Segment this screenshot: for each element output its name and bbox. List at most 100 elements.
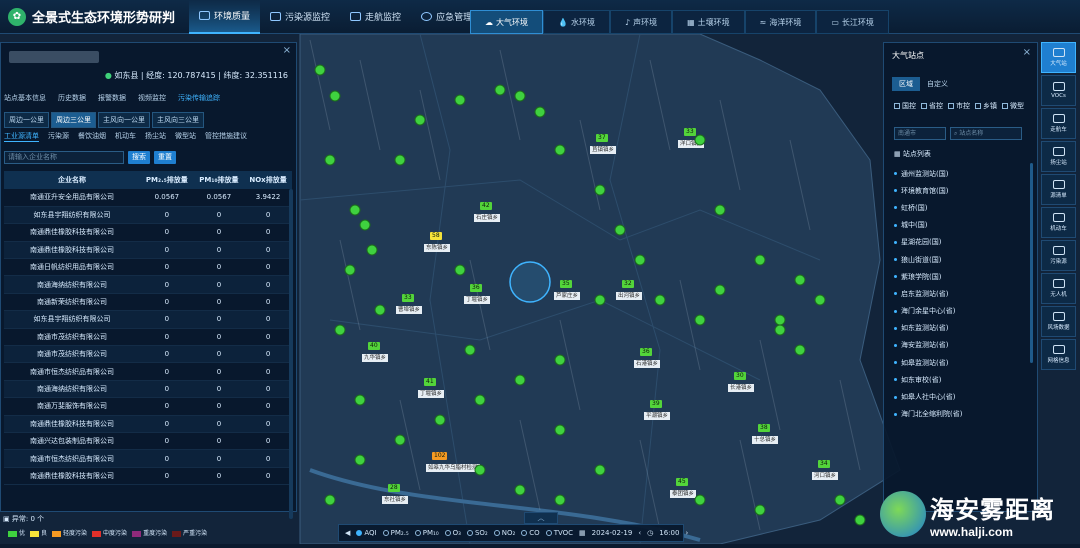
table-row[interactable]: 南通万斐服饰有限公司 0 0 0 bbox=[4, 397, 292, 416]
company-search-input[interactable]: 请输入企业名称 bbox=[4, 151, 124, 164]
search-button[interactable]: 搜索 bbox=[128, 151, 150, 164]
station-list-item[interactable]: 环境教育馆(国) bbox=[894, 182, 1034, 199]
source-tab[interactable]: 扬尘站 bbox=[145, 131, 166, 142]
checkbox-township[interactable]: 乡镇 bbox=[975, 101, 997, 111]
nav-tab-pollution-source[interactable]: 污染源监控 bbox=[260, 0, 340, 34]
sidebar-button[interactable]: VOCs bbox=[1041, 75, 1076, 106]
table-row[interactable]: 南通市恒杰纺织品有限公司 0 0 0 bbox=[4, 449, 292, 468]
station-list-item[interactable]: 海门北全缩利院(省) bbox=[894, 406, 1034, 423]
pollutant-radio[interactable]: CO bbox=[521, 529, 540, 537]
env-tab-soil[interactable]: ▦ 土壤环境 bbox=[672, 10, 745, 34]
source-tab[interactable]: 机动车 bbox=[115, 131, 136, 142]
col-header[interactable]: PM₁₀排放量 bbox=[193, 171, 245, 189]
checkbox-national[interactable]: 国控 bbox=[894, 101, 916, 111]
station-list-item[interactable]: 虹桥(国) bbox=[894, 199, 1034, 216]
pollutant-radio[interactable]: O₃ bbox=[444, 529, 461, 537]
env-tab-ocean[interactable]: ≈ 海洋环境 bbox=[744, 10, 817, 34]
chevron-left-icon[interactable]: ‹ bbox=[638, 529, 641, 537]
time-field[interactable]: 16:00 bbox=[659, 529, 679, 537]
station-tab[interactable]: 自定义 bbox=[920, 77, 955, 91]
sidebar-button[interactable]: 走航车 bbox=[1041, 108, 1076, 139]
info-tab[interactable]: 站点基本信息 bbox=[4, 93, 46, 103]
range-tab-active[interactable]: 周边三公里 bbox=[51, 112, 96, 128]
pollutant-radio[interactable]: PM₁₀ bbox=[414, 529, 439, 537]
range-tab[interactable]: 主风向一公里 bbox=[98, 112, 150, 128]
env-tab-water[interactable]: 💧 水环境 bbox=[543, 10, 610, 34]
range-tab[interactable]: 主风向三公里 bbox=[152, 112, 204, 128]
station-tab-active[interactable]: 区域 bbox=[892, 77, 920, 91]
close-icon[interactable]: × bbox=[1023, 47, 1031, 58]
station-list-item[interactable]: 海门余星中心(省) bbox=[894, 303, 1034, 320]
env-tab-air[interactable]: ☁ 大气环境 bbox=[470, 10, 543, 34]
station-list-item[interactable]: 通州监测站(国) bbox=[894, 165, 1034, 182]
pollutant-radio[interactable]: NO₂ bbox=[493, 529, 515, 537]
pollutant-radio[interactable]: SO₂ bbox=[466, 529, 488, 537]
table-row[interactable]: 南通兴达包装制品有限公司 0 0 0 bbox=[4, 432, 292, 451]
col-header[interactable]: NOx排放量 bbox=[244, 171, 292, 189]
station-list-scrollbar[interactable] bbox=[1030, 163, 1033, 363]
env-tab-sound[interactable]: ♪ 声环境 bbox=[609, 10, 673, 34]
sidebar-button[interactable]: 扬尘站 bbox=[1041, 141, 1076, 172]
table-row[interactable]: 如东县宇翔纺织有限公司 0 0 0 bbox=[4, 206, 292, 225]
station-search-input[interactable]: ⌕ 站点名称 bbox=[950, 127, 1022, 140]
close-icon[interactable]: × bbox=[283, 45, 291, 56]
sidebar-button[interactable]: 污染源 bbox=[1041, 240, 1076, 271]
sidebar-button[interactable]: 网格信息 bbox=[1041, 339, 1076, 370]
station-list-item[interactable]: 如东审校(省) bbox=[894, 371, 1034, 388]
info-tab[interactable]: 视频监控 bbox=[138, 93, 166, 103]
chevron-up-icon[interactable]: ︿ bbox=[524, 512, 558, 524]
pollutant-radio[interactable]: TVOC bbox=[545, 529, 573, 537]
info-tab-active[interactable]: 污染传输追踪 bbox=[178, 93, 220, 103]
table-row[interactable]: 南通海纳纺织有限公司 0 0 0 bbox=[4, 380, 292, 399]
table-row[interactable]: 南通海纳纺织有限公司 0 0 0 bbox=[4, 275, 292, 294]
source-tab[interactable]: 餐饮油烟 bbox=[78, 131, 106, 142]
source-tab[interactable]: 微型站 bbox=[175, 131, 196, 142]
nav-tab-environment-quality[interactable]: 环境质量 bbox=[189, 0, 261, 34]
range-tab[interactable]: 周边一公里 bbox=[4, 112, 49, 128]
checkbox-city[interactable]: 市控 bbox=[948, 101, 970, 111]
info-tab[interactable]: 历史数据 bbox=[58, 93, 86, 103]
table-row[interactable]: 如东县宇翔纺织有限公司 0 0 0 bbox=[4, 310, 292, 329]
sidebar-button[interactable]: 大气站 bbox=[1041, 42, 1076, 73]
col-header[interactable]: 企业名称 bbox=[4, 171, 140, 189]
station-list-item[interactable]: 海安监测站(省) bbox=[894, 337, 1034, 354]
station-list-item[interactable]: 城中(国) bbox=[894, 217, 1034, 234]
table-row[interactable]: 南通市恒杰纺织品有限公司 0 0 0 bbox=[4, 362, 292, 381]
env-tab-yangtze[interactable]: ▭ 长江环境 bbox=[816, 10, 889, 34]
region-select[interactable]: 南通市 bbox=[894, 127, 946, 140]
col-header[interactable]: PM₂.₅排放量 bbox=[140, 171, 194, 189]
chevron-right-icon[interactable]: › bbox=[685, 529, 688, 537]
station-list-item[interactable]: 启东监测站(省) bbox=[894, 285, 1034, 302]
sidebar-button[interactable]: 无人机 bbox=[1041, 273, 1076, 304]
table-row[interactable]: 南通鼎佳橡胶科技有限公司 0 0 0 bbox=[4, 241, 292, 260]
play-icon[interactable]: ◀ bbox=[345, 529, 350, 537]
reset-button[interactable]: 重置 bbox=[154, 151, 176, 164]
table-row[interactable]: 南通亚升安全用品有限公司 0.0567 0.0567 3.9422 bbox=[4, 189, 292, 207]
station-list-item[interactable]: 如皋监测站(省) bbox=[894, 354, 1034, 371]
table-row[interactable]: 南通鼎佳橡胶科技有限公司 0 0 0 bbox=[4, 415, 292, 433]
pollutant-radio[interactable]: AQI bbox=[356, 529, 377, 537]
station-list-item[interactable]: 如皋人社中心(省) bbox=[894, 388, 1034, 405]
checkbox-provincial[interactable]: 省控 bbox=[921, 101, 943, 111]
station-list-item[interactable]: 紫琅学院(国) bbox=[894, 268, 1034, 285]
station-list-item[interactable]: 狼山街道(国) bbox=[894, 251, 1034, 268]
table-scrollbar[interactable] bbox=[289, 189, 293, 519]
sidebar-button[interactable]: 机动车 bbox=[1041, 207, 1076, 238]
source-tab[interactable]: 管控措施建议 bbox=[205, 131, 247, 142]
station-list-item[interactable]: 星湖花园(国) bbox=[894, 234, 1034, 251]
date-field[interactable]: 2024-02-19 bbox=[592, 529, 633, 537]
source-tab-active[interactable]: 工业源清单 bbox=[4, 131, 39, 142]
table-row[interactable]: 南通鼎佳橡胶科技有限公司 0 0 0 bbox=[4, 223, 292, 242]
source-tab[interactable]: 污染源 bbox=[48, 131, 69, 142]
nav-tab-mobile-monitoring[interactable]: 走航监控 bbox=[340, 0, 411, 34]
sidebar-button[interactable]: 源清单 bbox=[1041, 174, 1076, 205]
checkbox-micro[interactable]: 微型 bbox=[1002, 101, 1024, 111]
sidebar-button[interactable]: 风场数据 bbox=[1041, 306, 1076, 337]
station-list-item[interactable]: 如东监测站(省) bbox=[894, 320, 1034, 337]
table-row[interactable]: 南通市茂纺织有限公司 0 0 0 bbox=[4, 345, 292, 364]
table-row[interactable]: 南通日帆纺织用品有限公司 0 0 0 bbox=[4, 258, 292, 277]
info-tab[interactable]: 报警数据 bbox=[98, 93, 126, 103]
table-row[interactable]: 南通市茂纺织有限公司 0 0 0 bbox=[4, 328, 292, 347]
table-row[interactable]: 南通鼎佳橡胶科技有限公司 0 0 0 bbox=[4, 467, 292, 486]
pollutant-radio[interactable]: PM₂.₅ bbox=[382, 529, 409, 537]
